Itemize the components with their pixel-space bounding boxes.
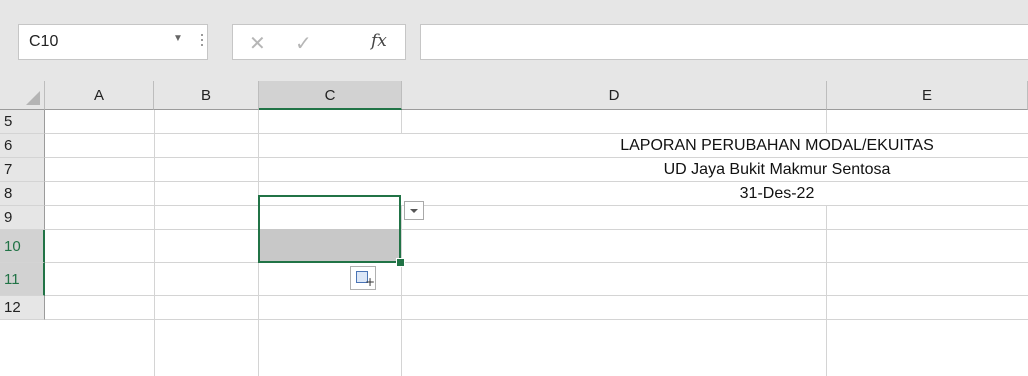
gridline <box>45 319 1028 320</box>
row-header-12[interactable]: 12 <box>0 296 45 320</box>
row-header-7[interactable]: 7 <box>0 158 45 182</box>
active-selection <box>258 195 401 263</box>
name-box[interactable]: C10 ▼ <box>18 24 208 60</box>
row-header-9[interactable]: 9 <box>0 206 45 230</box>
column-header-e[interactable]: E <box>827 81 1028 110</box>
auto-fill-options-button[interactable]: + <box>350 266 376 290</box>
plus-icon: + <box>365 275 376 289</box>
gridline <box>401 206 402 376</box>
gridline <box>45 229 1028 230</box>
select-all-icon <box>26 91 40 105</box>
column-header-a[interactable]: A <box>45 81 154 110</box>
cell-d8[interactable]: 31-Des-22 <box>402 182 1028 206</box>
column-header-d[interactable]: D <box>402 81 827 110</box>
row-header-5[interactable]: 5 <box>0 110 45 134</box>
gridline <box>45 295 1028 296</box>
gridline <box>45 262 1028 263</box>
formula-input[interactable] <box>420 24 1028 60</box>
gridline <box>401 110 402 134</box>
cell-d6[interactable]: LAPORAN PERUBAHAN MODAL/EKUITAS <box>402 134 1028 158</box>
column-header-c[interactable]: C <box>259 81 402 110</box>
row-header-6[interactable]: 6 <box>0 134 45 158</box>
name-box-value: C10 <box>29 33 59 50</box>
name-box-dropdown-icon[interactable]: ▼ <box>173 33 183 44</box>
select-all-button[interactable] <box>0 81 45 110</box>
formula-buttons: ✕ ✓ fx <box>232 24 406 60</box>
insert-function-icon[interactable]: fx <box>371 31 387 51</box>
worksheet-grid[interactable]: A B C D E 5 6 7 8 9 10 11 12 LAPORAN PER… <box>0 81 1028 376</box>
gridline <box>154 110 155 376</box>
column-header-b[interactable]: B <box>154 81 259 110</box>
formula-bar-area: C10 ▼ ✕ ✓ fx <box>0 0 1028 81</box>
formula-bar-splitter[interactable] <box>198 31 206 53</box>
row-header-11[interactable]: 11 <box>0 263 45 296</box>
row-header-10[interactable]: 10 <box>0 230 45 263</box>
gridline <box>826 110 827 134</box>
validation-dropdown-button[interactable] <box>404 201 424 220</box>
cell-d7[interactable]: UD Jaya Bukit Makmur Sentosa <box>402 158 1028 182</box>
fill-handle[interactable] <box>396 258 405 267</box>
cancel-icon[interactable]: ✕ <box>249 31 266 56</box>
gridline <box>826 206 827 376</box>
dropdown-arrow-icon <box>410 209 418 213</box>
enter-icon[interactable]: ✓ <box>295 31 312 56</box>
row-header-8[interactable]: 8 <box>0 182 45 206</box>
